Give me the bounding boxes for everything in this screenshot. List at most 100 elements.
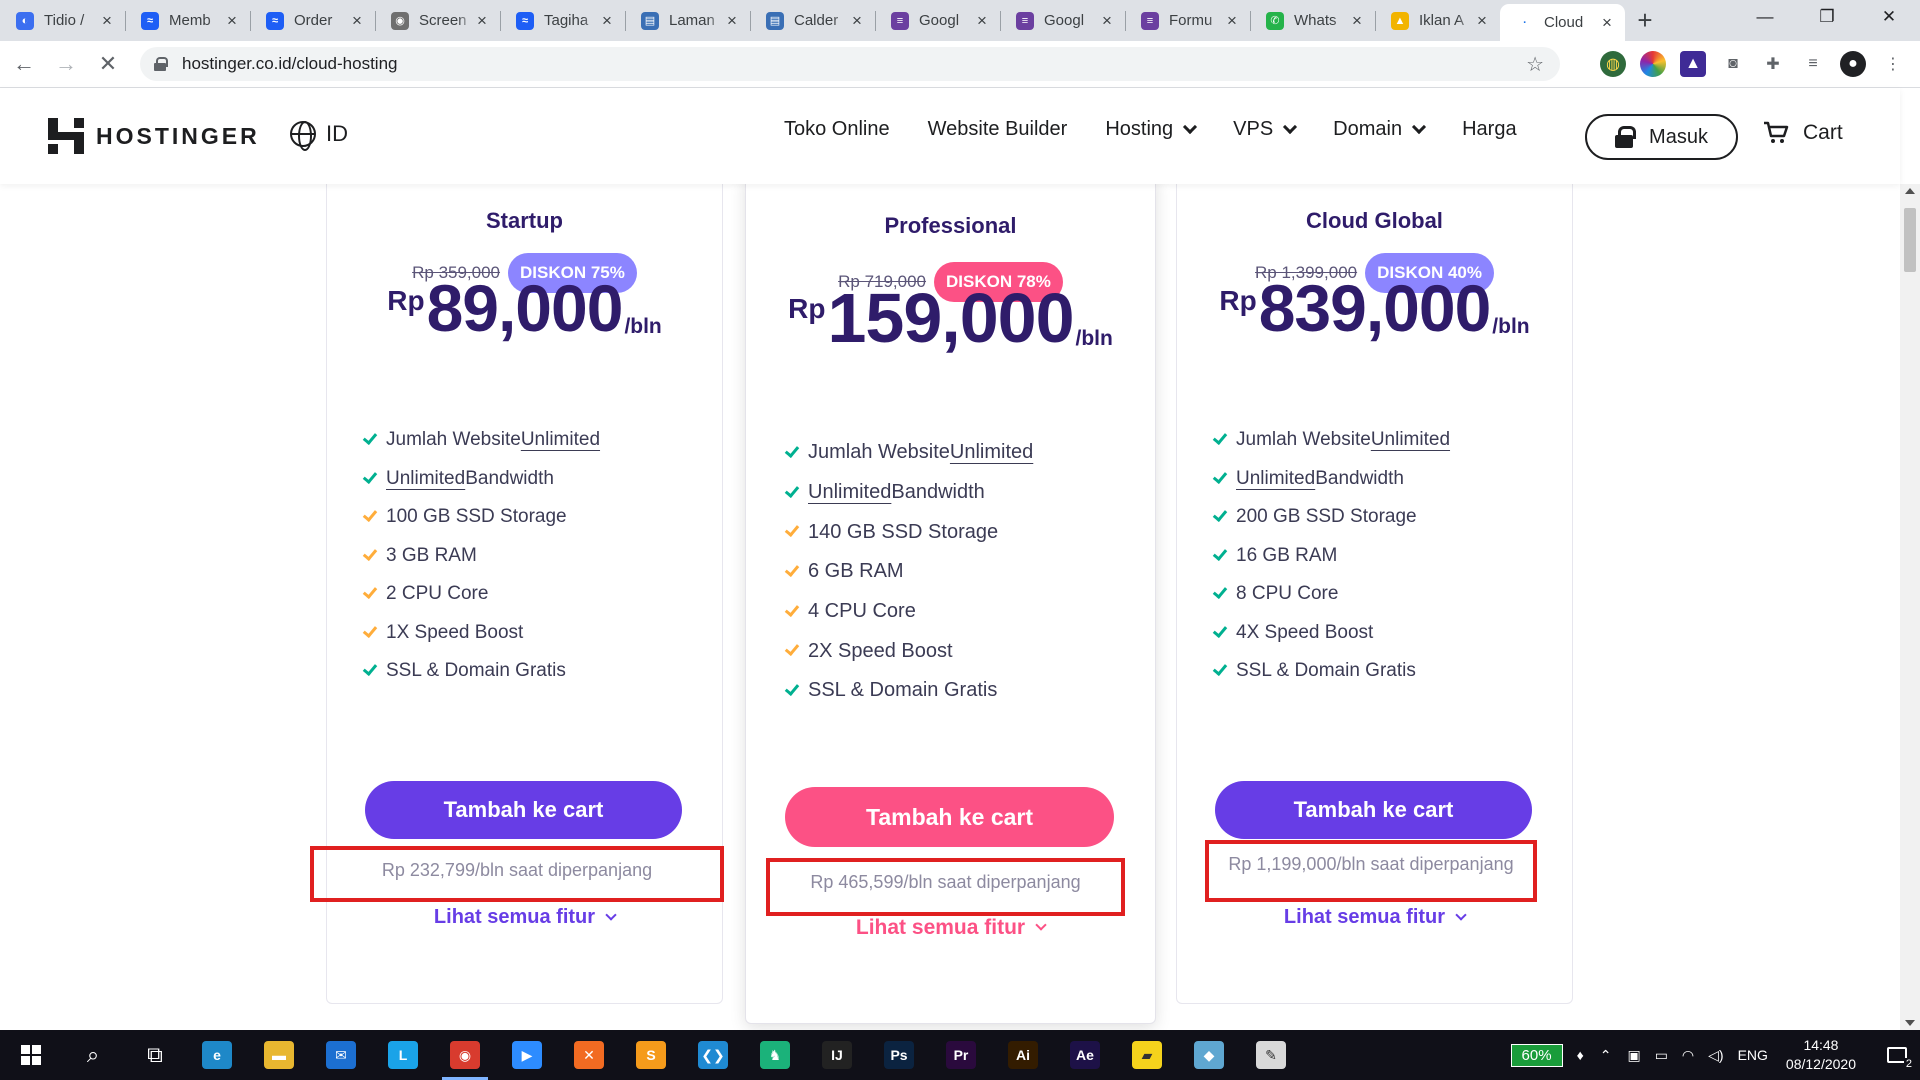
- forward-button[interactable]: →: [48, 46, 84, 82]
- input-language[interactable]: ENG: [1738, 1047, 1768, 1063]
- volume-icon[interactable]: ◁): [1708, 1047, 1723, 1064]
- taskbar-sublime-icon[interactable]: S: [620, 1030, 682, 1080]
- taskbar-notepad-icon[interactable]: ◆: [1178, 1030, 1240, 1080]
- feature-link[interactable]: Unlimited: [950, 441, 1033, 464]
- browser-tab[interactable]: ◉ Screen ×: [375, 0, 500, 41]
- browser-tab[interactable]: ▲ Iklan A ×: [1375, 0, 1500, 41]
- taskbar-premiere-icon[interactable]: Pr: [930, 1030, 992, 1080]
- close-window-button[interactable]: ✕: [1858, 0, 1920, 34]
- extension-colorwheel-icon[interactable]: [1640, 51, 1666, 77]
- browser-tab[interactable]: ≈ Tagiha ×: [500, 0, 625, 41]
- tab-close-icon[interactable]: ×: [599, 11, 615, 31]
- browser-tab[interactable]: ≈ Order ×: [250, 0, 375, 41]
- nav-item-toko-online[interactable]: Toko Online: [784, 118, 890, 141]
- browser-tab[interactable]: ▤ Laman ×: [625, 0, 750, 41]
- show-hidden-icons-chevron-icon[interactable]: ⌃: [1600, 1047, 1612, 1064]
- browser-tab[interactable]: ≡ Googl ×: [875, 0, 1000, 41]
- browser-tab[interactable]: ≡ Googl ×: [1000, 0, 1125, 41]
- nav-item-website-builder[interactable]: Website Builder: [928, 118, 1068, 141]
- tab-close-icon[interactable]: ×: [474, 11, 490, 31]
- profile-avatar[interactable]: ●: [1840, 51, 1866, 77]
- tab-close-icon[interactable]: ×: [1099, 11, 1115, 31]
- taskbar-gitkraken-icon[interactable]: ♞: [744, 1030, 806, 1080]
- tab-close-icon[interactable]: ×: [1349, 11, 1365, 31]
- extensions-puzzle-icon[interactable]: ✚: [1760, 51, 1786, 77]
- tab-close-icon[interactable]: ×: [974, 11, 990, 31]
- browser-tab[interactable]: ✆ Whats ×: [1250, 0, 1375, 41]
- nav-item-vps[interactable]: VPS: [1233, 118, 1298, 141]
- notification-center-button[interactable]: 2: [1874, 1030, 1920, 1080]
- stop-loading-button[interactable]: ✕: [90, 46, 126, 82]
- tab-close-icon[interactable]: ×: [99, 11, 115, 31]
- feature-link[interactable]: Unlimited: [521, 429, 600, 451]
- browser-tab[interactable]: ≡ Formu ×: [1125, 0, 1250, 41]
- taskbar-chrome-icon[interactable]: ◉: [434, 1030, 496, 1080]
- hostinger-logo[interactable]: HOSTINGER: [48, 118, 260, 154]
- taskbar-file-explorer-icon[interactable]: ▬: [248, 1030, 310, 1080]
- new-tab-button[interactable]: +: [1625, 0, 1665, 41]
- tab-close-icon[interactable]: ×: [849, 11, 865, 31]
- tab-close-icon[interactable]: ×: [224, 11, 240, 31]
- chrome-menu-icon[interactable]: ⋮: [1880, 51, 1906, 77]
- tab-close-icon[interactable]: ×: [1599, 13, 1615, 33]
- nav-item-domain[interactable]: Domain: [1333, 118, 1427, 141]
- feature-link[interactable]: Unlimited: [1371, 429, 1450, 451]
- taskbar-zoom-icon[interactable]: ▶: [496, 1030, 558, 1080]
- taskbar-mail-icon[interactable]: ✉: [310, 1030, 372, 1080]
- feature-link[interactable]: Unlimited: [808, 481, 891, 504]
- address-bar[interactable]: hostinger.co.id/cloud-hosting ☆: [140, 47, 1560, 81]
- feature-link[interactable]: Unlimited: [386, 468, 465, 490]
- taskbar-illustrator-icon[interactable]: Ai: [992, 1030, 1054, 1080]
- login-button[interactable]: Masuk: [1585, 114, 1738, 160]
- page-scrollbar[interactable]: [1900, 184, 1920, 1030]
- scrollbar-thumb[interactable]: [1904, 208, 1916, 272]
- wifi-icon[interactable]: ◠: [1682, 1047, 1694, 1064]
- see-all-features-link[interactable]: Lihat semua fitur: [745, 916, 1156, 940]
- nav-item-harga[interactable]: Harga: [1462, 118, 1516, 141]
- feature-link[interactable]: Unlimited: [1236, 468, 1315, 490]
- tab-close-icon[interactable]: ×: [349, 11, 365, 31]
- tab-close-icon[interactable]: ×: [1474, 11, 1490, 31]
- add-to-cart-button[interactable]: Tambah ke cart: [785, 787, 1114, 847]
- start-button[interactable]: [0, 1030, 62, 1080]
- battery-indicator[interactable]: 60%: [1510, 1043, 1563, 1067]
- clock[interactable]: 14:48 08/12/2020: [1786, 1036, 1856, 1074]
- bookmark-star-icon[interactable]: ☆: [1526, 52, 1544, 77]
- tab-close-icon[interactable]: ×: [724, 11, 740, 31]
- taskbar-search-icon[interactable]: ⌕: [62, 1030, 124, 1080]
- taskbar-edge-icon[interactable]: e: [186, 1030, 248, 1080]
- taskbar-launcher-l-icon[interactable]: L: [372, 1030, 434, 1080]
- browser-tab[interactable]: ◐ Tidio / ×: [0, 0, 125, 41]
- taskbar-paint-icon[interactable]: ✎: [1240, 1030, 1302, 1080]
- scroll-down-arrow[interactable]: [1905, 1020, 1915, 1026]
- tab-close-icon[interactable]: ×: [1224, 11, 1240, 31]
- power-icon[interactable]: ▭: [1655, 1047, 1668, 1064]
- browser-tab[interactable]: ≈ Memb ×: [125, 0, 250, 41]
- taskbar-after-effects-icon[interactable]: Ae: [1054, 1030, 1116, 1080]
- add-to-cart-button[interactable]: Tambah ke cart: [1215, 781, 1532, 839]
- extension-globe-icon[interactable]: ◍: [1600, 51, 1626, 77]
- extension-grad-cap-icon[interactable]: ▲: [1680, 51, 1706, 77]
- add-to-cart-button[interactable]: Tambah ke cart: [365, 781, 682, 839]
- scroll-up-arrow[interactable]: [1905, 188, 1915, 194]
- tray-device-icon[interactable]: ▣: [1627, 1047, 1640, 1064]
- nav-item-hosting[interactable]: Hosting: [1105, 118, 1198, 141]
- maximize-button[interactable]: ❐: [1796, 0, 1858, 34]
- language-selector[interactable]: ID: [290, 121, 348, 151]
- see-all-features-link[interactable]: Lihat semua fitur: [1176, 906, 1573, 929]
- media-controls-icon[interactable]: ≡: [1800, 51, 1826, 77]
- browser-tab[interactable]: ▤ Calder ×: [750, 0, 875, 41]
- see-all-features-link[interactable]: Lihat semua fitur: [326, 906, 723, 929]
- minimize-button[interactable]: —: [1734, 0, 1796, 34]
- taskbar-task-view-icon[interactable]: ⧉: [124, 1030, 186, 1080]
- back-button[interactable]: ←: [6, 46, 42, 82]
- taskbar-vscode-icon[interactable]: ❮❯: [682, 1030, 744, 1080]
- taskbar-jetbrains-icon[interactable]: IJ: [806, 1030, 868, 1080]
- cart-link[interactable]: Cart: [1763, 121, 1843, 145]
- browser-tab[interactable]: · Cloud ×: [1500, 4, 1625, 41]
- taskbar-photoshop-icon[interactable]: Ps: [868, 1030, 930, 1080]
- extension-camera-icon[interactable]: ◙: [1720, 51, 1746, 77]
- taskbar-sticky-notes-icon[interactable]: ▰: [1116, 1030, 1178, 1080]
- tray-flame-icon[interactable]: ♦: [1577, 1047, 1584, 1063]
- taskbar-xampp-icon[interactable]: ✕: [558, 1030, 620, 1080]
